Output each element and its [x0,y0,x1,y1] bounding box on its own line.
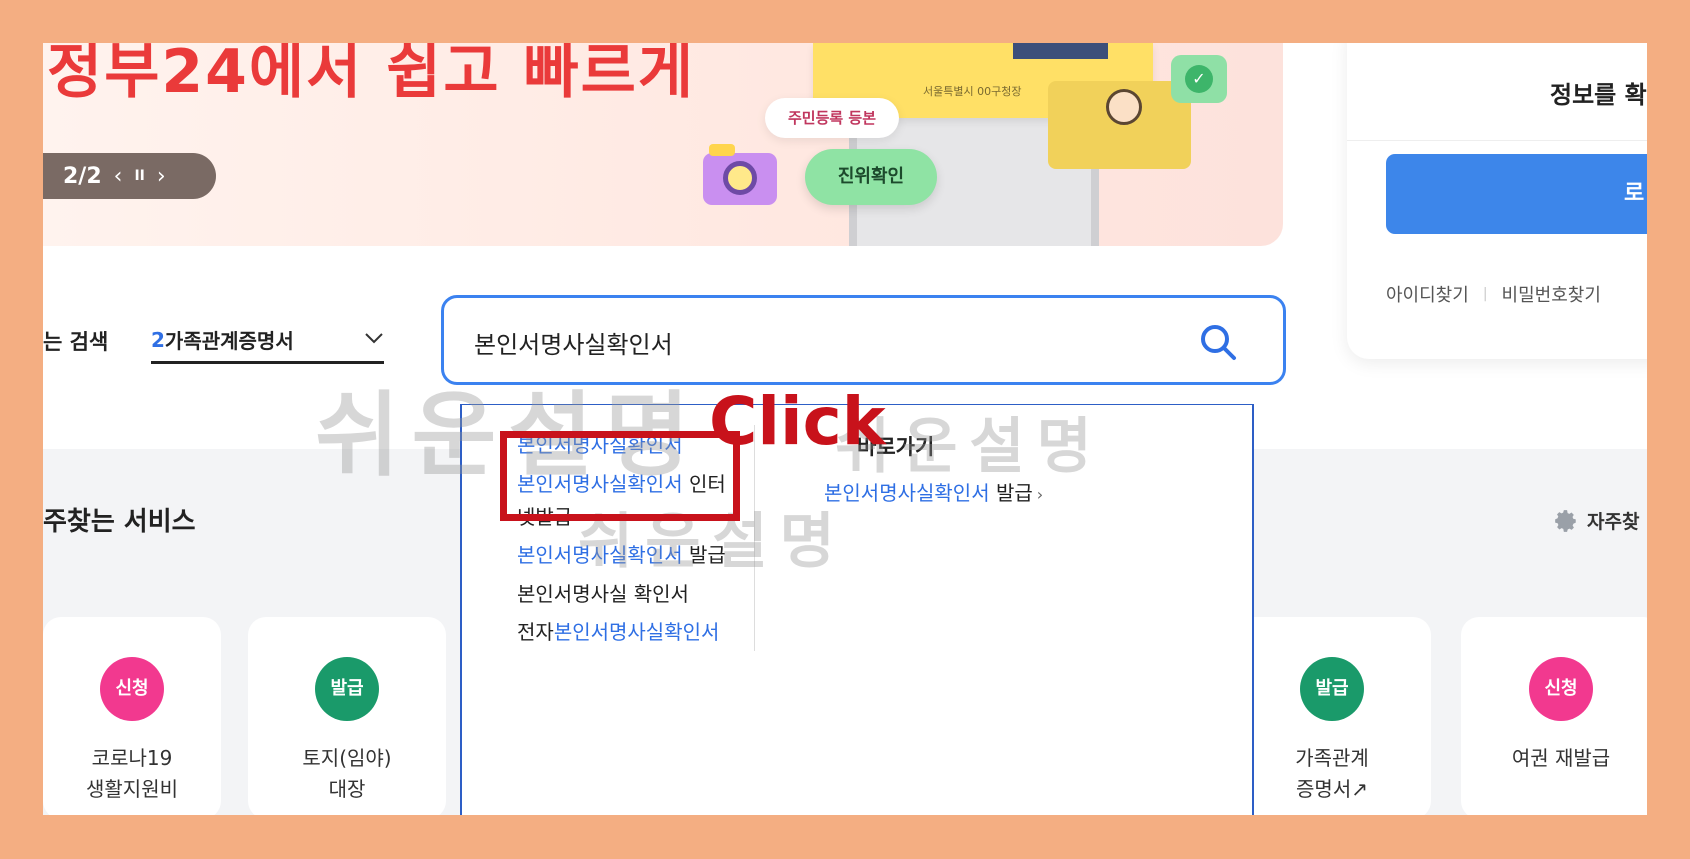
suggestion-item[interactable]: 본인서명사실 확인서 [517,577,689,611]
suggestion-item[interactable]: 전자본인서명사실확인서 [517,615,719,649]
suggestion-item[interactable]: 본인서명사실확인서 발급 [517,538,726,572]
find-password-link[interactable]: 비밀번호찾기 [1502,281,1601,307]
find-id-link[interactable]: 아이디찾기 [1386,281,1469,307]
pager-next-icon[interactable]: › [157,164,166,189]
service-name-line: 대장 [328,777,366,801]
verify-pill: 진위확인 [805,149,937,205]
suggestion-rest: 본인서명사실 확인서 [517,582,689,606]
click-highlight-box [500,431,740,521]
link-separator: | [1482,286,1488,302]
suggestion-highlight: 본인서명사실확인서 [517,543,683,567]
service-card-land[interactable]: 발급 토지(임야) 대장 [248,617,446,815]
hero-banner[interactable]: 정부24에서 쉽고 빠르게 2/2 ‹ II › 서울특별시 00구청장 ✓ 주… [43,43,1283,246]
apply-badge: 신청 [100,657,164,721]
license-card-illustration [1048,81,1191,169]
service-card-covid[interactable]: 신청 코로나19 생활지원비 [43,617,221,815]
service-name: 가족관계 증명서↗ [1233,743,1431,805]
quick-link-highlight: 본인서명사실확인서 [824,481,990,505]
chevron-down-icon [365,333,383,344]
search-label: 는 검색 [43,330,109,354]
search-input[interactable] [474,324,1174,360]
search-box [441,295,1286,385]
quick-link-rest: 발급 [989,481,1033,505]
camera-top-graphic [709,144,735,156]
lock-icon: ✓ [1171,55,1227,103]
camera-icon [703,144,777,205]
browser-viewport: 정부24에서 쉽고 빠르게 2/2 ‹ II › 서울특별시 00구청장 ✓ 주… [43,43,1647,815]
banner-headline: 정부24에서 쉽고 빠르게 [47,43,696,107]
issue-badge: 발급 [315,657,379,721]
service-name: 토지(임야) 대장 [248,743,446,805]
service-name-line: 코로나19 [91,746,173,770]
section-title: 주찾는 서비스 [43,507,196,537]
person-suit-graphic [1013,43,1108,59]
camera-lens-graphic [723,161,757,195]
favorite-settings-label: 자주찾 [1587,511,1640,533]
suggestion-rest: 발급 [682,543,726,567]
resident-registration-pill: 주민등록 등본 [765,98,899,138]
service-name: 코로나19 생활지원비 [43,743,221,805]
avatar-face-graphic [1106,89,1142,125]
service-name: 여권 재발급 [1461,743,1647,774]
service-name-line: 생활지원비 [86,777,178,801]
pager-count: 2/2 [63,163,102,189]
screenshot-frame: 정부24에서 쉽고 빠르게 2/2 ‹ II › 서울특별시 00구청장 ✓ 주… [0,0,1690,859]
pager-prev-icon[interactable]: ‹ [114,164,123,189]
service-name-line: 가족관계 [1295,746,1369,770]
quick-link-item[interactable]: 본인서명사실확인서 발급 › [824,477,1043,506]
banner-pager: 2/2 ‹ II › [43,153,216,199]
service-name-line: 여권 재발급 [1511,746,1611,770]
issue-badge: 발급 [1300,657,1364,721]
suggestion-prefix: 전자 [517,620,554,644]
gear-icon [1555,509,1576,532]
service-card-passport[interactable]: 신청 여권 재발급 [1461,617,1647,815]
favorite-settings-button[interactable]: 자주찾 [1553,507,1639,534]
suggestion-highlight: 본인서명사실확인서 [553,620,720,644]
chevron-right-icon: › [1036,485,1044,504]
login-links: 아이디찾기 | 비밀번호찾기 [1386,281,1601,307]
login-button[interactable]: 로 [1386,154,1647,234]
click-annotation: Click [709,383,886,460]
service-name-line: 증명서↗ [1296,777,1368,801]
service-card-family[interactable]: 발급 가족관계 증명서↗ [1233,617,1431,815]
pager-pause-icon[interactable]: II [134,168,144,184]
check-icon: ✓ [1185,65,1213,93]
login-divider [1347,140,1647,141]
category-select[interactable]: 2 가족관계증명서 [151,318,384,364]
category-number: 2 [151,327,165,352]
apply-badge: 신청 [1529,657,1593,721]
id-card-text: 서울특별시 00구청장 [923,85,1022,98]
login-info-text: 정보를 확 [1550,81,1647,109]
service-name-line: 토지(임야) [302,746,392,770]
category-text: 가족관계증명서 [164,329,294,353]
login-panel: 정보를 확 로 아이디찾기 | 비밀번호찾기 [1347,43,1647,359]
search-icon[interactable] [1196,320,1240,364]
